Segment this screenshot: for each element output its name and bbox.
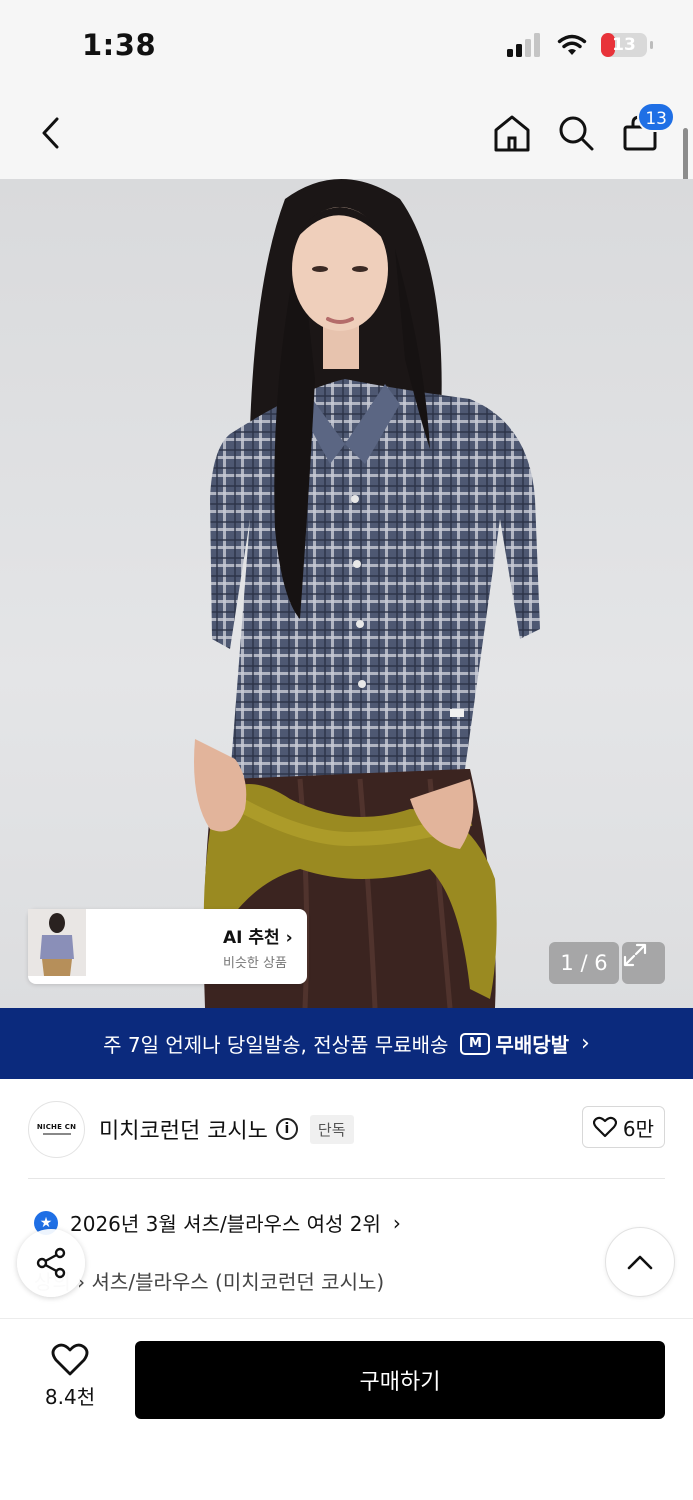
battery-tip bbox=[650, 41, 653, 49]
share-icon bbox=[36, 1247, 66, 1279]
battery-level: 13 bbox=[612, 35, 636, 55]
home-icon bbox=[494, 115, 530, 152]
wishlist-button[interactable]: 8.4천 bbox=[30, 1343, 110, 1415]
status-bar: 1:38 13 bbox=[0, 0, 693, 90]
brand-name[interactable]: 미치코런던 코시노 bbox=[99, 1113, 268, 1145]
exclusive-tag: 단독 bbox=[309, 1114, 354, 1144]
ai-card-subtitle: 비슷한 상품 bbox=[223, 955, 287, 971]
divider bbox=[28, 1178, 665, 1179]
brand-like-count: 6만 bbox=[622, 1116, 654, 1141]
chevron-right-icon: › bbox=[392, 1210, 401, 1235]
chevron-right-icon: › bbox=[285, 927, 293, 948]
heart-icon bbox=[51, 1343, 89, 1376]
ai-thumbnail-2[interactable] bbox=[28, 909, 151, 980]
product-image-carousel[interactable]: AI 추천 › 비슷한 상품 1 / 6 bbox=[0, 179, 693, 1008]
top-nav-bar: 13 bbox=[0, 90, 693, 179]
status-time: 1:38 bbox=[82, 28, 157, 62]
chevron-up-icon bbox=[627, 1255, 653, 1270]
brand-logo-text: NICHE CN bbox=[36, 1123, 77, 1131]
product-photo bbox=[194, 179, 540, 1008]
wifi-icon bbox=[557, 34, 587, 55]
search-icon bbox=[559, 116, 594, 151]
category-breadcrumb[interactable]: 상의 › 셔츠/블라우스 (미치코런던 코시노) bbox=[34, 1266, 384, 1295]
cart-button[interactable]: 13 bbox=[615, 102, 675, 158]
ranking-text: 2026년 3월 셔츠/블라우스 여성 2위 bbox=[70, 1212, 381, 1236]
expand-icon bbox=[623, 943, 647, 967]
brand-logo[interactable]: NICHE CN bbox=[28, 1100, 85, 1158]
heart-icon bbox=[592, 1116, 617, 1138]
back-button[interactable] bbox=[26, 108, 76, 158]
status-icons: 13 bbox=[507, 33, 653, 57]
battery-indicator: 13 bbox=[601, 33, 653, 57]
shipping-banner-text: 주 7일 언제나 당일발송, 전상품 무료배송 bbox=[103, 1033, 449, 1057]
cart-count-badge: 13 bbox=[637, 102, 675, 132]
scroll-to-top-button[interactable] bbox=[605, 1227, 675, 1297]
wishlist-count: 8.4천 bbox=[44, 1385, 96, 1409]
brand-row: NICHE CN 미치코런던 코시노 i 단독 6만 bbox=[28, 1100, 665, 1158]
truck-m-icon: M bbox=[460, 1032, 491, 1055]
bottom-action-bar: 8.4천 구매하기 bbox=[0, 1318, 693, 1500]
search-button[interactable] bbox=[551, 108, 601, 158]
free-shipping-logo: M 무배당발 bbox=[460, 1029, 569, 1058]
brand-like-button[interactable]: 6만 bbox=[581, 1106, 665, 1148]
ai-card-title: AI 추천 bbox=[223, 927, 280, 948]
ai-card-text[interactable]: AI 추천 › 비슷한 상품 bbox=[223, 923, 293, 971]
shipping-banner[interactable]: 주 7일 언제나 당일발송, 전상품 무료배송 M 무배당발 › bbox=[0, 1008, 693, 1079]
ai-thumbnail-3[interactable] bbox=[28, 909, 212, 980]
image-page-counter: 1 / 6 bbox=[549, 942, 619, 984]
home-button[interactable] bbox=[487, 108, 537, 158]
buy-button[interactable]: 구매하기 bbox=[135, 1341, 665, 1419]
free-shipping-label: 무배당발 bbox=[495, 1033, 570, 1057]
back-icon bbox=[42, 117, 59, 149]
ranking-link[interactable]: ★ 2026년 3월 셔츠/블라우스 여성 2위 › bbox=[34, 1208, 401, 1237]
chevron-right-icon: › bbox=[581, 1031, 590, 1056]
signal-icon bbox=[507, 33, 540, 57]
share-button[interactable] bbox=[17, 1229, 85, 1297]
info-icon[interactable]: i bbox=[275, 1118, 298, 1140]
breadcrumb-category[interactable]: 셔츠/블라우스 (미치코런던 코시노) bbox=[92, 1270, 385, 1294]
ai-recommendation-card[interactable]: AI 추천 › 비슷한 상품 bbox=[28, 909, 307, 984]
expand-image-button[interactable] bbox=[622, 942, 665, 984]
brand-logo-line bbox=[42, 1133, 71, 1135]
